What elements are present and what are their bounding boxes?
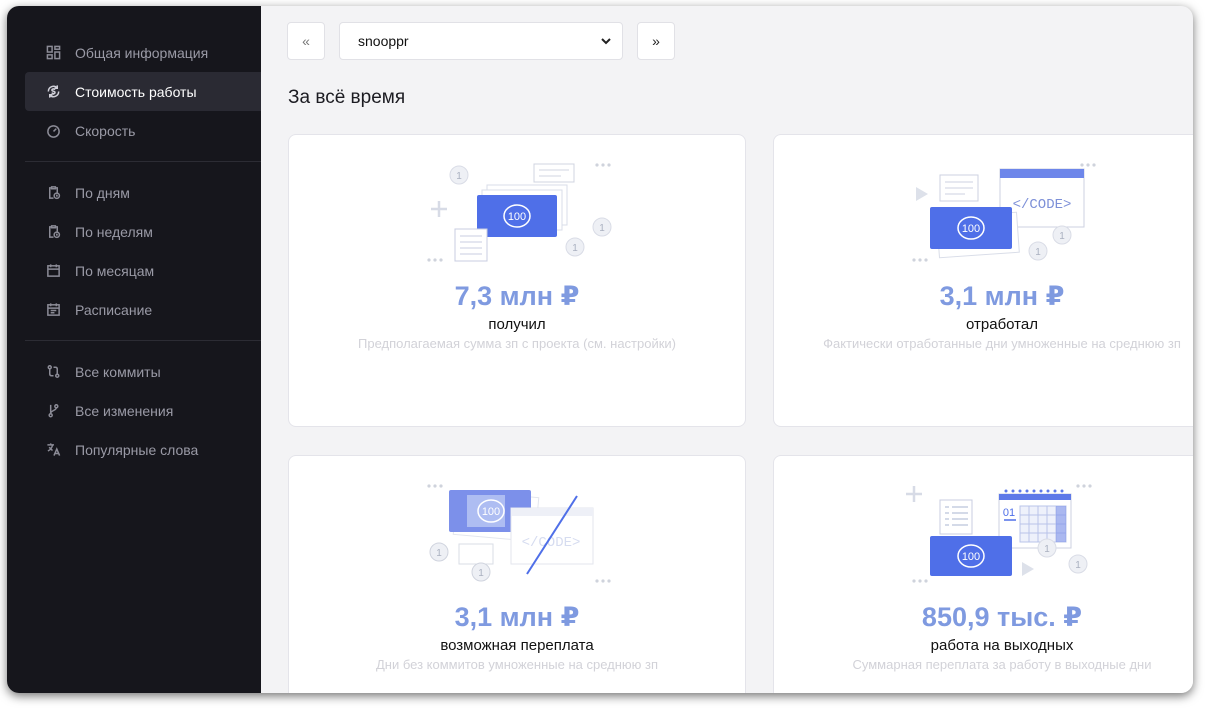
- git-compare-icon: [45, 364, 61, 380]
- clipboard-clock-icon: [45, 224, 61, 240]
- stat-description: Предполагаемая сумма зп с проекта (см. н…: [358, 336, 676, 351]
- stat-label: работа на выходных: [930, 637, 1074, 654]
- sidebar-item-schedule[interactable]: Расписание: [25, 290, 261, 329]
- sidebar-item-label: Все изменения: [75, 402, 174, 419]
- calendar-icon: [45, 263, 61, 279]
- svg-text:1: 1: [436, 548, 442, 559]
- speedometer-icon: [45, 123, 61, 139]
- sidebar-item-popular-words[interactable]: Популярные слова: [25, 430, 261, 469]
- user-select-value: snooppr: [358, 33, 409, 49]
- stat-card-weekends: 01 100 1 1 850,9 тыс. ₽ работа на выходн…: [773, 455, 1193, 693]
- sidebar-item-label: Стоимость работы: [75, 83, 197, 100]
- svg-text:1: 1: [572, 243, 578, 254]
- svg-text:1: 1: [456, 171, 462, 182]
- next-user-button[interactable]: »: [637, 22, 675, 60]
- svg-text:</CODE>: </CODE>: [1013, 197, 1072, 213]
- money-calendar-illustration: 01 100 1 1: [906, 484, 1092, 583]
- sidebar-item-label: По неделям: [75, 223, 153, 240]
- previous-user-button[interactable]: «: [287, 22, 325, 60]
- sidebar-item-by-weeks[interactable]: По неделям: [25, 212, 261, 251]
- stat-value: 850,9 тыс. ₽: [921, 602, 1083, 632]
- stat-label: возможная переплата: [440, 637, 594, 654]
- sidebar-divider: [25, 340, 261, 341]
- svg-text:100: 100: [962, 223, 980, 235]
- svg-text:100: 100: [482, 506, 500, 518]
- sidebar-item-label: Популярные слова: [75, 441, 199, 458]
- stat-description: Фактически отработанные дни умноженные н…: [823, 336, 1181, 351]
- sidebar-item-label: Расписание: [75, 301, 153, 318]
- sidebar: Общая информация Стоимость работы Скорос…: [7, 6, 261, 693]
- svg-text:100: 100: [508, 211, 526, 223]
- app-window: Общая информация Стоимость работы Скорос…: [7, 6, 1193, 693]
- user-select[interactable]: snooppr: [339, 22, 623, 60]
- stat-description: Суммарная переплата за работу в выходные…: [852, 657, 1152, 672]
- stat-card-overpayment: 100 </CODE> 1 1 3,1 млн ₽ возможная пере…: [288, 455, 746, 693]
- stat-value: 7,3 млн ₽: [454, 281, 580, 311]
- stat-card-worked: </CODE> 100 1 1 3,1 млн ₽ отработал Факт…: [773, 134, 1193, 427]
- sidebar-item-label: По дням: [75, 184, 130, 201]
- clipboard-clock-icon: [45, 185, 61, 201]
- stat-value: 3,1 млн ₽: [939, 281, 1065, 311]
- money-documents-illustration: 1 100 1 1: [427, 163, 612, 262]
- sidebar-item-label: Все коммиты: [75, 363, 161, 380]
- sidebar-item-label: Общая информация: [75, 44, 209, 61]
- page-title: За всё время: [288, 87, 406, 108]
- svg-text:1: 1: [478, 568, 484, 579]
- svg-text:1: 1: [599, 223, 605, 234]
- money-crossed-code-illustration: 100 </CODE> 1 1: [427, 484, 611, 583]
- sidebar-item-label: Скорость: [75, 122, 136, 139]
- stat-value: 3,1 млн ₽: [454, 602, 580, 632]
- translate-icon: [45, 442, 61, 458]
- user-switcher: « snooppr »: [287, 22, 675, 60]
- svg-text:1: 1: [1035, 247, 1041, 258]
- money-code-illustration: </CODE> 100 1 1: [912, 163, 1096, 262]
- sidebar-item-by-days[interactable]: По дням: [25, 173, 261, 212]
- sidebar-item-all-changes[interactable]: Все изменения: [25, 391, 261, 430]
- sidebar-item-all-commits[interactable]: Все коммиты: [25, 352, 261, 391]
- git-branch-icon: [45, 403, 61, 419]
- stat-label: получил: [488, 316, 546, 333]
- dashboard-icon: [45, 45, 61, 61]
- stat-card-received: 1 100 1 1 7,3 млн ₽ получил Предполагаем…: [288, 134, 746, 427]
- sidebar-item-by-months[interactable]: По месяцам: [25, 251, 261, 290]
- schedule-icon: [45, 302, 61, 318]
- sidebar-item-label: По месяцам: [75, 262, 155, 279]
- chevron-down-icon: [601, 38, 611, 45]
- svg-text:1: 1: [1059, 231, 1065, 242]
- svg-text:1: 1: [1044, 544, 1050, 555]
- stat-description: Дни без коммитов умноженные на среднюю з…: [375, 657, 659, 672]
- main-content: « snooppr » За всё время 1 100 1 1 7,3 м…: [261, 6, 1193, 693]
- svg-text:100: 100: [962, 551, 980, 563]
- sidebar-divider: [25, 161, 261, 162]
- sidebar-item-work-cost[interactable]: Стоимость работы: [25, 72, 261, 111]
- sidebar-item-speed[interactable]: Скорость: [25, 111, 261, 150]
- stat-label: отработал: [966, 316, 1038, 333]
- money-cycle-icon: [45, 84, 61, 100]
- sidebar-item-overview[interactable]: Общая информация: [25, 33, 261, 72]
- svg-text:01: 01: [1003, 507, 1015, 519]
- svg-text:1: 1: [1075, 560, 1081, 571]
